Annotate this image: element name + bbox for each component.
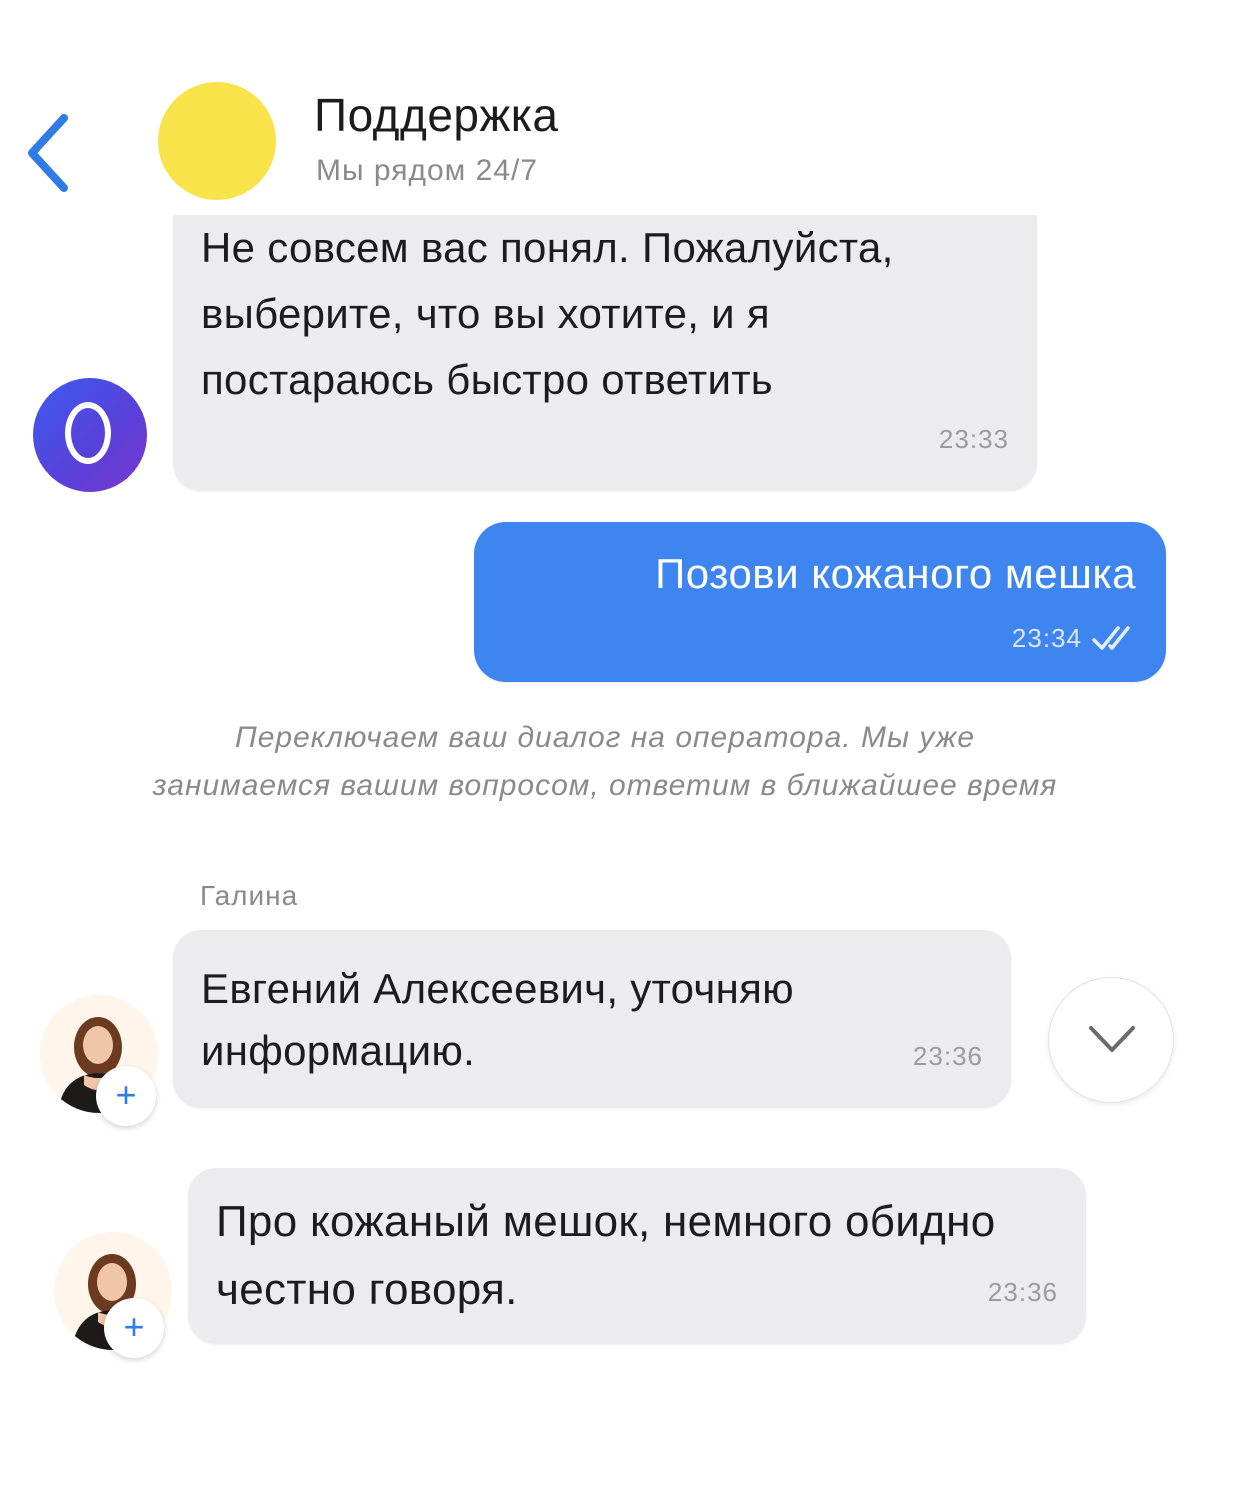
incoming-message-bubble[interactable]: Евгений Алексеевич, уточняю информацию. …: [173, 930, 1011, 1108]
incoming-message-bubble[interactable]: Не совсем вас понял. Пожалуйста, выберит…: [173, 215, 1037, 491]
incoming-message-bubble[interactable]: Про кожаный мешок, немного обидно честно…: [188, 1168, 1086, 1344]
bot-avatar: [33, 378, 147, 492]
message-text: Позови кожаного мешка: [655, 550, 1136, 597]
chevron-down-icon: [1089, 1026, 1135, 1052]
add-contact-button[interactable]: +: [104, 1298, 164, 1358]
chat-title: Поддержка: [314, 89, 559, 141]
bot-logo-icon: [65, 402, 111, 464]
message-text: Про кожаный мешок, немного обидно честно…: [216, 1197, 996, 1314]
message-time: 23:36: [912, 1041, 983, 1071]
outgoing-message-bubble[interactable]: Позови кожаного мешка 23:34: [474, 522, 1166, 682]
sender-name: Галина: [200, 880, 299, 911]
scroll-down-button[interactable]: [1048, 977, 1174, 1103]
message-text: Не совсем вас понял. Пожалуйста, выберит…: [201, 224, 894, 403]
system-note: Переключаем ваш диалог на оператора. Мы …: [152, 721, 1058, 802]
message-time: 23:36: [987, 1277, 1058, 1307]
message-time: 23:33: [938, 424, 1009, 454]
chevron-left-icon: [28, 114, 68, 192]
message-time: 23:34: [1011, 623, 1082, 653]
message-text: Евгений Алексеевич, уточняю информацию.: [201, 965, 794, 1074]
back-button[interactable]: [22, 108, 82, 198]
double-check-icon: [1092, 626, 1130, 650]
support-avatar[interactable]: [158, 82, 276, 200]
chat-subtitle: Мы рядом 24/7: [316, 154, 539, 187]
add-contact-button[interactable]: +: [96, 1066, 156, 1126]
